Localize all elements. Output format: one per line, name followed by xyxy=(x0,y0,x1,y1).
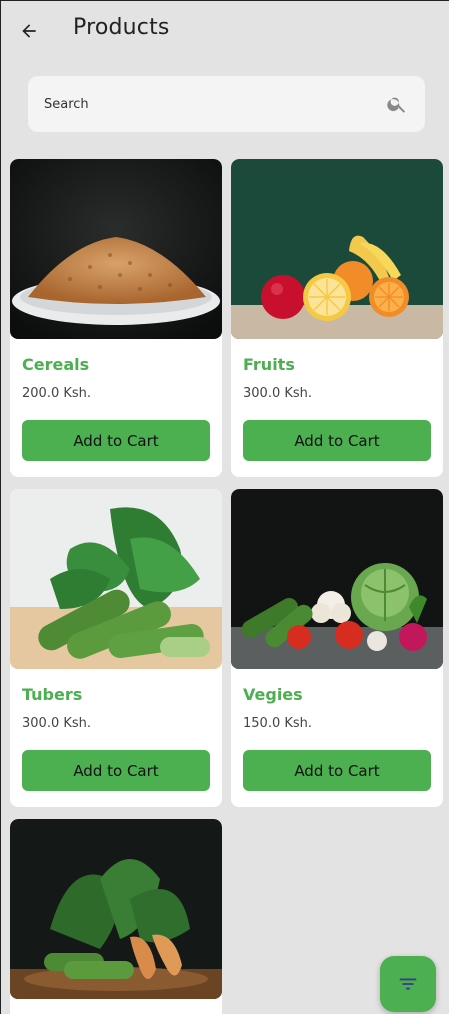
add-to-cart-button[interactable]: Add to Cart xyxy=(243,420,431,461)
product-price: 200.0 Ksh. xyxy=(22,386,92,401)
product-card[interactable]: Vegies 150.0 Ksh. Add to Cart xyxy=(231,489,443,807)
product-card[interactable]: Cereals 200.0 Ksh. Add to Cart xyxy=(10,159,222,477)
product-card[interactable] xyxy=(10,819,222,1014)
product-price: 150.0 Ksh. xyxy=(243,716,313,731)
add-to-cart-button[interactable]: Add to Cart xyxy=(243,750,431,791)
product-image-fruits xyxy=(231,159,443,339)
product-name: Vegies xyxy=(243,685,303,704)
products-screen: Products Search Cereals 200.0 Ksh. Add t… xyxy=(0,0,449,1014)
product-image-vegies xyxy=(231,489,443,669)
product-card[interactable]: Tubers 300.0 Ksh. Add to Cart xyxy=(10,489,222,807)
back-button[interactable] xyxy=(13,15,45,47)
search-input[interactable] xyxy=(44,96,385,112)
add-to-cart-button[interactable]: Add to Cart xyxy=(22,420,210,461)
product-image-cereals xyxy=(10,159,222,339)
product-name: Tubers xyxy=(22,685,83,704)
arrow-back-icon xyxy=(22,24,36,38)
product-image-greens xyxy=(10,819,222,999)
search-icon[interactable] xyxy=(385,92,409,116)
product-image-tubers xyxy=(10,489,222,669)
product-price: 300.0 Ksh. xyxy=(243,386,313,401)
product-card[interactable]: Fruits 300.0 Ksh. Add to Cart xyxy=(231,159,443,477)
search-bar[interactable] xyxy=(28,76,425,132)
filter-icon xyxy=(399,978,417,990)
add-to-cart-button[interactable]: Add to Cart xyxy=(22,750,210,791)
product-price: 300.0 Ksh. xyxy=(22,716,92,731)
product-name: Fruits xyxy=(243,355,295,374)
product-name: Cereals xyxy=(22,355,90,374)
page-title: Products xyxy=(73,15,170,40)
app-bar: Products xyxy=(1,1,449,61)
filter-button[interactable] xyxy=(380,956,436,1012)
